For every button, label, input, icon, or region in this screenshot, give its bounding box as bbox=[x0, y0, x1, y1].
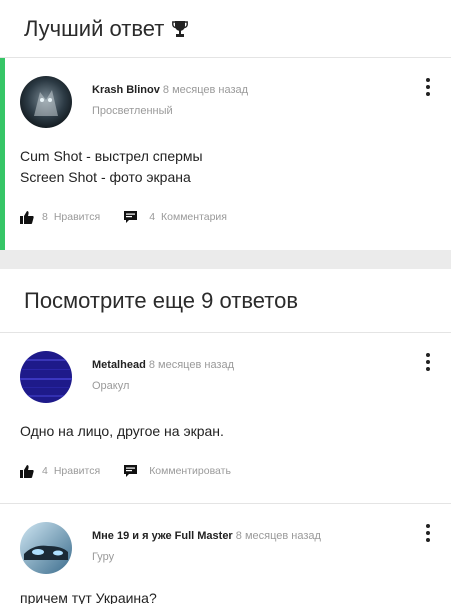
more-answers-card: Посмотрите еще 9 ответов Metalhead 8 мес… bbox=[0, 269, 451, 604]
trophy-icon bbox=[172, 20, 189, 37]
more-answers-title: Посмотрите еще 9 ответов bbox=[24, 287, 299, 313]
author-rank: Просветленный bbox=[92, 105, 173, 117]
comment-button[interactable]: Комментировать bbox=[149, 465, 231, 477]
author-name[interactable]: Мне 19 и я уже Full Master bbox=[92, 530, 233, 542]
likes-count: 8 bbox=[42, 211, 48, 223]
answer-text-line: Одно на лицо, другое на экран. bbox=[20, 423, 224, 439]
answer-text: причем тут Украина? bbox=[20, 588, 433, 604]
answer-actions: 8 Нравится 4 Комментария bbox=[20, 210, 433, 224]
answer-item: Metalhead 8 месяцев назад Оракул Одно на… bbox=[0, 333, 451, 503]
answer-time: 8 месяцев назад bbox=[148, 359, 235, 371]
author-rank: Гуру bbox=[92, 551, 115, 563]
best-answer-title: Лучший ответ bbox=[24, 15, 165, 41]
more-vert-icon[interactable] bbox=[425, 78, 431, 96]
author-rank: Оракул bbox=[92, 380, 130, 392]
answer-text-line: Cum Shot - выстрел спермы bbox=[20, 148, 203, 164]
like-button[interactable]: Нравится bbox=[54, 465, 100, 477]
answer-text: Cum Shot - выстрел спермы Screen Shot - … bbox=[20, 146, 433, 188]
answer-text-line: Screen Shot - фото экрана bbox=[20, 169, 191, 185]
answer-text-line: причем тут Украина? bbox=[20, 590, 157, 604]
answer-time: 8 месяцев назад bbox=[235, 530, 321, 542]
author-name[interactable]: Krash Blinov bbox=[92, 84, 160, 96]
likes-count: 4 bbox=[42, 465, 48, 477]
answer-text: Одно на лицо, другое на экран. bbox=[20, 421, 433, 442]
avatar[interactable] bbox=[20, 522, 72, 574]
comment-icon[interactable] bbox=[124, 465, 138, 477]
comment-icon[interactable] bbox=[124, 211, 138, 223]
best-answer-card: Лучший ответ Krash Blinov 8 месяцев наза… bbox=[0, 0, 451, 250]
answer-item: Krash Blinov 8 месяцев назад Просветленн… bbox=[0, 58, 451, 250]
answer-actions: 4 Нравится Комментировать bbox=[20, 464, 433, 478]
more-answers-header[interactable]: Посмотрите еще 9 ответов bbox=[0, 269, 451, 333]
best-answer-header: Лучший ответ bbox=[0, 0, 451, 58]
comments-link[interactable]: Комментария bbox=[161, 211, 227, 223]
answer-time: 8 месяцев назад bbox=[162, 84, 249, 96]
more-vert-icon[interactable] bbox=[425, 353, 431, 371]
author-name[interactable]: Metalhead bbox=[92, 359, 146, 371]
avatar[interactable] bbox=[20, 351, 72, 403]
section-gap bbox=[0, 250, 451, 269]
like-button[interactable]: Нравится bbox=[54, 211, 100, 223]
thumbs-up-icon[interactable] bbox=[20, 210, 34, 224]
answer-item: Мне 19 и я уже Full Master 8 месяцев наз… bbox=[0, 504, 451, 604]
thumbs-up-icon[interactable] bbox=[20, 464, 34, 478]
comments-count: 4 bbox=[149, 211, 156, 223]
avatar[interactable] bbox=[20, 76, 72, 128]
more-vert-icon[interactable] bbox=[425, 524, 431, 542]
